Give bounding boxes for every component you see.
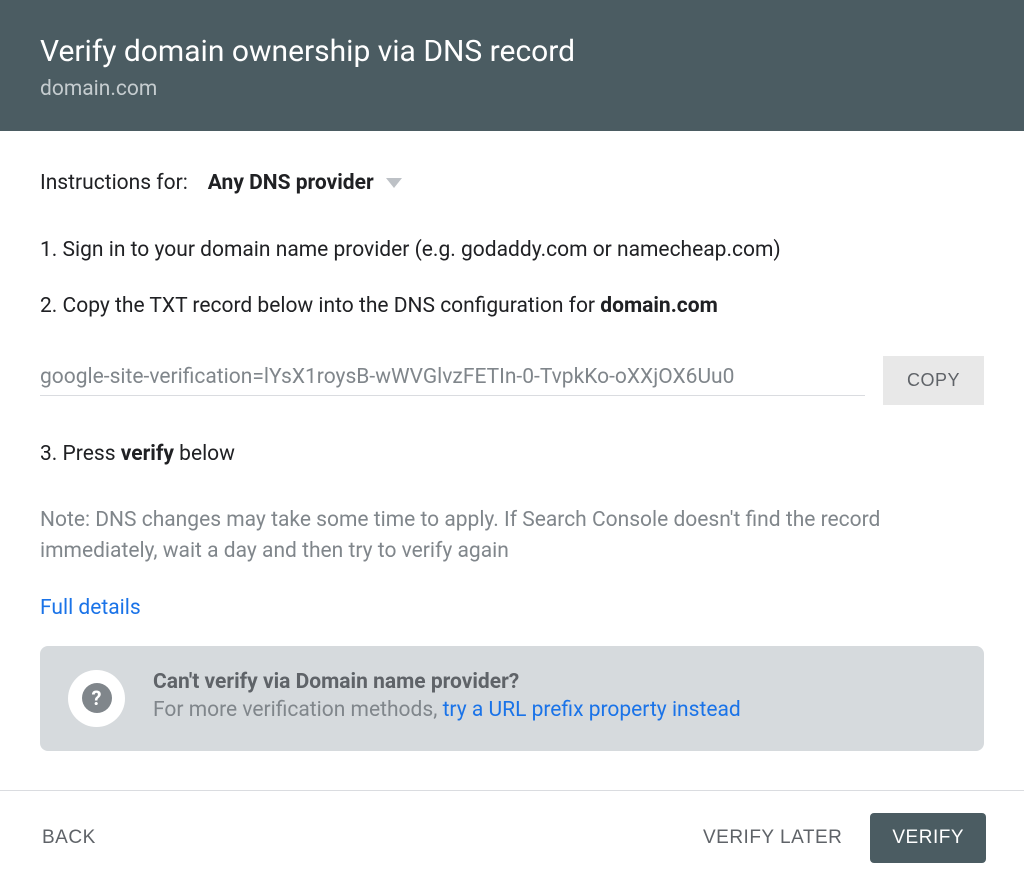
note-text: Note: DNS changes may take some time to … [40,505,984,568]
instructions-label: Instructions for: [40,171,188,195]
footer-right: VERIFY LATER VERIFY [699,813,986,863]
step-3-prefix: 3. Press [40,442,121,466]
verify-button[interactable]: VERIFY [870,813,986,863]
verify-later-button[interactable]: VERIFY LATER [699,817,846,859]
dialog-subtitle: domain.com [40,77,984,101]
dialog-content: Instructions for: Any DNS provider 1. Si… [0,131,1024,771]
copy-button[interactable]: COPY [883,356,984,405]
step-2-prefix: 2. Copy the TXT record below into the DN… [40,294,600,318]
info-box: ? Can't verify via Domain name provider?… [40,646,984,751]
dropdown-value: Any DNS provider [208,171,374,195]
info-desc: For more verification methods, try a URL… [153,698,956,722]
help-icon-container: ? [68,670,125,727]
step-2: 2. Copy the TXT record below into the DN… [40,291,984,323]
dialog-header: Verify domain ownership via DNS record d… [0,0,1024,131]
info-title: Can't verify via Domain name provider? [153,670,956,694]
info-text: Can't verify via Domain name provider? F… [153,670,956,722]
full-details-link[interactable]: Full details [40,596,141,620]
dns-provider-dropdown[interactable]: Any DNS provider [208,171,402,195]
step-3-bold: verify [121,442,174,466]
help-icon: ? [82,683,112,713]
step-1: 1. Sign in to your domain name provider … [40,235,984,267]
txt-record-row: google-site-verification=lYsX1roysB-wWVG… [40,356,984,405]
step-2-domain: domain.com [600,294,718,318]
instructions-row: Instructions for: Any DNS provider [40,171,984,195]
footer-left: BACK [38,817,100,859]
back-button[interactable]: BACK [38,817,100,859]
step-3: 3. Press verify below [40,439,984,471]
chevron-down-icon [386,178,402,188]
txt-record-value[interactable]: google-site-verification=lYsX1roysB-wWVG… [40,365,865,396]
step-3-suffix: below [174,442,235,466]
info-desc-prefix: For more verification methods, [153,698,443,722]
dialog-title: Verify domain ownership via DNS record [40,34,984,69]
url-prefix-link[interactable]: try a URL prefix property instead [443,698,741,722]
dialog-footer: BACK VERIFY LATER VERIFY [0,790,1024,885]
